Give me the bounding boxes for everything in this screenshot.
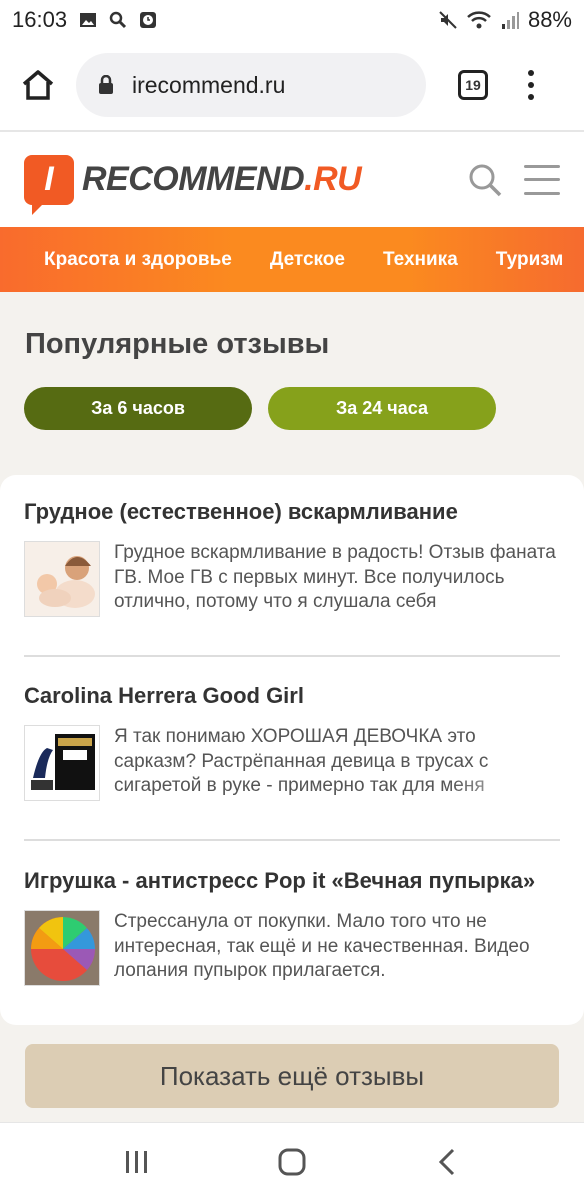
home-icon (22, 70, 54, 100)
header-actions (468, 163, 560, 197)
mother-baby-photo[interactable] (24, 541, 100, 617)
perfume-photo[interactable] (24, 725, 100, 801)
status-right: 88% (438, 7, 572, 33)
system-nav-bar (0, 1122, 584, 1200)
address-bar[interactable]: irecommend.ru (76, 53, 426, 117)
review-item[interactable]: Carolina Herrera Good Girl Я так понимаю… (24, 683, 560, 801)
logo-text: RECOMMEND.RU (82, 160, 362, 199)
review-divider (24, 655, 560, 657)
review-body: Я так понимаю ХОРОШАЯ ДЕВОЧКА это сарказ… (24, 725, 560, 801)
battery-level: 88% (527, 7, 572, 32)
lock-icon (99, 75, 113, 94)
filter-6h-button[interactable]: За 6 часов (24, 387, 252, 430)
page: 16:03 88% irecommend.ru 19 I RECOMMEND.R… (0, 0, 584, 1200)
review-body: Стрессанула от покупки. Мало того что не… (24, 910, 560, 986)
category-tech[interactable]: Техника (383, 249, 458, 271)
home-button[interactable] (18, 65, 58, 105)
review-excerpt: Стрессанула от покупки. Мало того что не… (114, 911, 530, 981)
alarm-icon (140, 12, 157, 28)
tabs-button[interactable]: 19 (458, 70, 488, 100)
recent-apps-icon (126, 1150, 148, 1173)
search-icon (109, 11, 127, 29)
site-header: I RECOMMEND.RU (0, 132, 584, 227)
dot-icon (528, 70, 534, 76)
category-tourism[interactable]: Туризм (496, 249, 564, 271)
filter-24h-button[interactable]: За 24 часа (268, 387, 496, 430)
back-button[interactable] (427, 1142, 467, 1182)
more-menu-button[interactable] (526, 70, 536, 100)
status-bar: 16:03 88% (0, 0, 584, 40)
category-beauty[interactable]: Красота и здоровье (44, 249, 232, 271)
reviews-card: Грудное (естественное) вскармливание Гру… (0, 475, 584, 1025)
dot-icon (528, 94, 534, 100)
browser-toolbar: irecommend.ru 19 (0, 40, 584, 130)
review-item[interactable]: Грудное (естественное) вскармливание Гру… (24, 499, 560, 617)
url-text: irecommend.ru (132, 71, 286, 98)
wifi-icon (467, 11, 491, 29)
status-time: 16:03 (12, 7, 68, 32)
category-nav: Красота и здоровье Детское Техника Туриз… (0, 227, 584, 292)
dot-icon (528, 82, 534, 88)
signal-icon (501, 12, 519, 29)
review-divider (24, 839, 560, 841)
home-nav-icon (278, 1148, 306, 1175)
site-logo[interactable]: I RECOMMEND.RU (24, 154, 362, 215)
review-title[interactable]: Игрушка - антистресс Pop it «Вечная пупы… (24, 868, 560, 894)
period-filters: За 6 часов За 24 часа (24, 387, 496, 430)
pop-it-photo[interactable] (24, 910, 100, 986)
logo-badge: I (24, 154, 74, 215)
review-excerpt: Грудное вскармливание в радость! Отзыв ф… (114, 542, 556, 612)
mute-icon (439, 11, 457, 29)
show-more-button[interactable]: Показать ещё отзывы (25, 1044, 559, 1108)
review-excerpt: Я так понимаю ХОРОШАЯ ДЕВОЧКА это сарказ… (114, 726, 489, 796)
logo-suffix: .RU (304, 160, 362, 198)
logo-main: RECOMMEND (82, 160, 305, 198)
back-icon (438, 1148, 454, 1175)
hamburger-menu-icon[interactable] (524, 164, 560, 195)
search-icon[interactable] (468, 163, 502, 197)
recent-apps-button[interactable] (117, 1142, 157, 1182)
image-icon (80, 13, 97, 27)
category-kids[interactable]: Детское (270, 249, 345, 271)
review-item[interactable]: Игрушка - антистресс Pop it «Вечная пупы… (24, 868, 560, 986)
review-title[interactable]: Carolina Herrera Good Girl (24, 683, 560, 709)
home-nav-button[interactable] (272, 1142, 312, 1182)
review-body: Грудное вскармливание в радость! Отзыв ф… (24, 541, 560, 617)
review-title[interactable]: Грудное (естественное) вскармливание (24, 499, 560, 525)
section-title: Популярные отзывы (25, 328, 330, 360)
